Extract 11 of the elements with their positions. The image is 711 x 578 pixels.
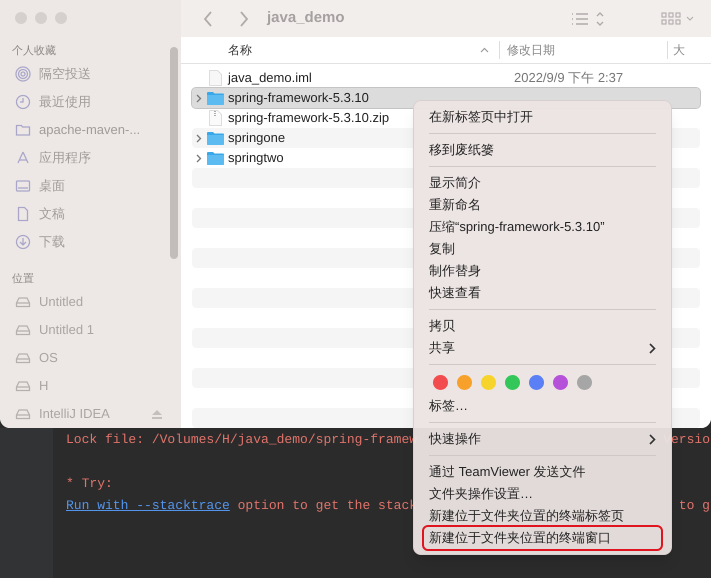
file-name: springtwo — [228, 149, 284, 168]
file-name: spring-framework-5.3.10.zip — [228, 109, 390, 128]
sidebar-heading: 个人收藏 — [11, 44, 57, 59]
file-name: java_demo.iml — [228, 69, 312, 88]
window-title: java_demo — [267, 8, 345, 28]
sidebar-heading: 位置 — [11, 272, 35, 287]
modified-date: 2022/9/9 下午 2:37 — [514, 69, 624, 88]
terminal-text: * Try: — [66, 475, 113, 493]
file-name: springone — [228, 129, 286, 148]
file-name: spring-framework-5.3.10 — [228, 89, 369, 108]
terminal-text: to g — [678, 497, 710, 515]
